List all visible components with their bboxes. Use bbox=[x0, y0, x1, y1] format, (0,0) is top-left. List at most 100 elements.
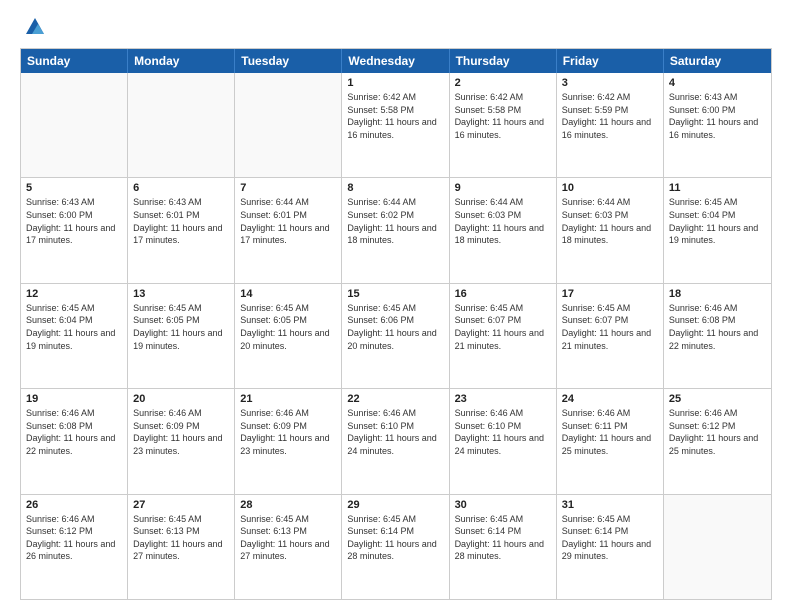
calendar-row: 5 Sunrise: 6:43 AM Sunset: 6:00 PM Daylig… bbox=[21, 177, 771, 282]
cell-info: Sunrise: 6:46 AM Sunset: 6:10 PM Dayligh… bbox=[347, 407, 443, 457]
calendar-cell: 5 Sunrise: 6:43 AM Sunset: 6:00 PM Daylig… bbox=[21, 178, 128, 282]
calendar-cell bbox=[664, 495, 771, 599]
calendar-cell: 17Sunrise: 6:45 AM Sunset: 6:07 PM Dayli… bbox=[557, 284, 664, 388]
day-number: 14 bbox=[240, 288, 336, 300]
cell-info: Sunrise: 6:45 AM Sunset: 6:06 PM Dayligh… bbox=[347, 302, 443, 352]
day-number: 26 bbox=[26, 499, 122, 511]
cell-info: Sunrise: 6:42 AM Sunset: 5:58 PM Dayligh… bbox=[347, 91, 443, 141]
cell-info: Sunrise: 6:43 AM Sunset: 6:00 PM Dayligh… bbox=[26, 196, 122, 246]
cell-info: Sunrise: 6:46 AM Sunset: 6:09 PM Dayligh… bbox=[133, 407, 229, 457]
day-number: 11 bbox=[669, 182, 766, 194]
calendar-cell: 23 Sunrise: 6:46 AM Sunset: 6:10 PM Dayli… bbox=[450, 389, 557, 493]
day-number: 16 bbox=[455, 288, 551, 300]
weekday-header: Monday bbox=[128, 49, 235, 73]
day-number: 30 bbox=[455, 499, 551, 511]
calendar-cell: 8 Sunrise: 6:44 AM Sunset: 6:02 PM Daylig… bbox=[342, 178, 449, 282]
calendar-cell: 27 Sunrise: 6:45 AM Sunset: 6:13 PM Dayli… bbox=[128, 495, 235, 599]
day-number: 7 bbox=[240, 182, 336, 194]
calendar-cell: 31 Sunrise: 6:45 AM Sunset: 6:14 PM Dayli… bbox=[557, 495, 664, 599]
day-number: 22 bbox=[347, 393, 443, 405]
day-number: 23 bbox=[455, 393, 551, 405]
day-number: 5 bbox=[26, 182, 122, 194]
calendar-row: 19 Sunrise: 6:46 AM Sunset: 6:08 PM Dayli… bbox=[21, 388, 771, 493]
day-number: 27 bbox=[133, 499, 229, 511]
cell-info: Sunrise: 6:42 AM Sunset: 5:59 PM Dayligh… bbox=[562, 91, 658, 141]
calendar-cell: 1 Sunrise: 6:42 AM Sunset: 5:58 PM Daylig… bbox=[342, 73, 449, 177]
day-number: 19 bbox=[26, 393, 122, 405]
day-number: 10 bbox=[562, 182, 658, 194]
header bbox=[20, 16, 772, 38]
day-number: 21 bbox=[240, 393, 336, 405]
calendar-cell: 12 Sunrise: 6:45 AM Sunset: 6:04 PM Dayli… bbox=[21, 284, 128, 388]
weekday-header: Sunday bbox=[21, 49, 128, 73]
logo-icon bbox=[24, 16, 46, 38]
cell-info: Sunrise: 6:44 AM Sunset: 6:02 PM Dayligh… bbox=[347, 196, 443, 246]
calendar-cell: 30 Sunrise: 6:45 AM Sunset: 6:14 PM Dayli… bbox=[450, 495, 557, 599]
cell-info: Sunrise: 6:46 AM Sunset: 6:08 PM Dayligh… bbox=[26, 407, 122, 457]
cell-info: Sunrise: 6:45 AM Sunset: 6:13 PM Dayligh… bbox=[133, 513, 229, 563]
cell-info: Sunrise: 6:45 AM Sunset: 6:14 PM Dayligh… bbox=[562, 513, 658, 563]
cell-info: Sunrise: 6:42 AM Sunset: 5:58 PM Dayligh… bbox=[455, 91, 551, 141]
calendar-cell bbox=[235, 73, 342, 177]
logo-area bbox=[20, 16, 48, 38]
calendar: SundayMondayTuesdayWednesdayThursdayFrid… bbox=[20, 48, 772, 600]
calendar-cell: 21 Sunrise: 6:46 AM Sunset: 6:09 PM Dayli… bbox=[235, 389, 342, 493]
cell-info: Sunrise: 6:46 AM Sunset: 6:09 PM Dayligh… bbox=[240, 407, 336, 457]
cell-info: Sunrise: 6:45 AM Sunset: 6:04 PM Dayligh… bbox=[669, 196, 766, 246]
calendar-cell: 25 Sunrise: 6:46 AM Sunset: 6:12 PM Dayli… bbox=[664, 389, 771, 493]
calendar-cell: 11 Sunrise: 6:45 AM Sunset: 6:04 PM Dayli… bbox=[664, 178, 771, 282]
day-number: 8 bbox=[347, 182, 443, 194]
calendar-cell: 2 Sunrise: 6:42 AM Sunset: 5:58 PM Daylig… bbox=[450, 73, 557, 177]
calendar-cell: 7 Sunrise: 6:44 AM Sunset: 6:01 PM Daylig… bbox=[235, 178, 342, 282]
day-number: 20 bbox=[133, 393, 229, 405]
day-number: 12 bbox=[26, 288, 122, 300]
calendar-cell: 24 Sunrise: 6:46 AM Sunset: 6:11 PM Dayli… bbox=[557, 389, 664, 493]
cell-info: Sunrise: 6:45 AM Sunset: 6:14 PM Dayligh… bbox=[455, 513, 551, 563]
day-number: 2 bbox=[455, 77, 551, 89]
cell-info: Sunrise: 6:45 AM Sunset: 6:13 PM Dayligh… bbox=[240, 513, 336, 563]
day-number: 29 bbox=[347, 499, 443, 511]
cell-info: Sunrise: 6:46 AM Sunset: 6:11 PM Dayligh… bbox=[562, 407, 658, 457]
calendar-cell bbox=[21, 73, 128, 177]
cell-info: Sunrise: 6:45 AM Sunset: 6:04 PM Dayligh… bbox=[26, 302, 122, 352]
cell-info: Sunrise: 6:46 AM Sunset: 6:10 PM Dayligh… bbox=[455, 407, 551, 457]
calendar-cell: 29 Sunrise: 6:45 AM Sunset: 6:14 PM Dayli… bbox=[342, 495, 449, 599]
cell-info: Sunrise: 6:44 AM Sunset: 6:03 PM Dayligh… bbox=[455, 196, 551, 246]
cell-info: Sunrise: 6:45 AM Sunset: 6:05 PM Dayligh… bbox=[240, 302, 336, 352]
cell-info: Sunrise: 6:45 AM Sunset: 6:14 PM Dayligh… bbox=[347, 513, 443, 563]
day-number: 3 bbox=[562, 77, 658, 89]
calendar-cell: 3 Sunrise: 6:42 AM Sunset: 5:59 PM Daylig… bbox=[557, 73, 664, 177]
day-number: 4 bbox=[669, 77, 766, 89]
cell-info: Sunrise: 6:46 AM Sunset: 6:12 PM Dayligh… bbox=[669, 407, 766, 457]
day-number: 17 bbox=[562, 288, 658, 300]
calendar-cell: 14 Sunrise: 6:45 AM Sunset: 6:05 PM Dayli… bbox=[235, 284, 342, 388]
weekday-header: Thursday bbox=[450, 49, 557, 73]
calendar-row: 12 Sunrise: 6:45 AM Sunset: 6:04 PM Dayli… bbox=[21, 283, 771, 388]
day-number: 24 bbox=[562, 393, 658, 405]
cell-info: Sunrise: 6:45 AM Sunset: 6:05 PM Dayligh… bbox=[133, 302, 229, 352]
calendar-cell: 28 Sunrise: 6:45 AM Sunset: 6:13 PM Dayli… bbox=[235, 495, 342, 599]
day-number: 25 bbox=[669, 393, 766, 405]
calendar-cell bbox=[128, 73, 235, 177]
day-number: 13 bbox=[133, 288, 229, 300]
cell-info: Sunrise: 6:46 AM Sunset: 6:12 PM Dayligh… bbox=[26, 513, 122, 563]
day-number: 28 bbox=[240, 499, 336, 511]
weekday-header: Tuesday bbox=[235, 49, 342, 73]
day-number: 31 bbox=[562, 499, 658, 511]
cell-info: Sunrise: 6:45 AM Sunset: 6:07 PM Dayligh… bbox=[455, 302, 551, 352]
calendar-cell: 9 Sunrise: 6:44 AM Sunset: 6:03 PM Daylig… bbox=[450, 178, 557, 282]
day-number: 1 bbox=[347, 77, 443, 89]
calendar-cell: 16 Sunrise: 6:45 AM Sunset: 6:07 PM Dayli… bbox=[450, 284, 557, 388]
day-number: 9 bbox=[455, 182, 551, 194]
cell-info: Sunrise: 6:43 AM Sunset: 6:00 PM Dayligh… bbox=[669, 91, 766, 141]
cell-info: Sunrise: 6:44 AM Sunset: 6:03 PM Dayligh… bbox=[562, 196, 658, 246]
cell-info: Sunrise: 6:43 AM Sunset: 6:01 PM Dayligh… bbox=[133, 196, 229, 246]
calendar-cell: 22 Sunrise: 6:46 AM Sunset: 6:10 PM Dayli… bbox=[342, 389, 449, 493]
cell-info: Sunrise: 6:44 AM Sunset: 6:01 PM Dayligh… bbox=[240, 196, 336, 246]
day-number: 6 bbox=[133, 182, 229, 194]
calendar-cell: 19 Sunrise: 6:46 AM Sunset: 6:08 PM Dayli… bbox=[21, 389, 128, 493]
calendar-cell: 4 Sunrise: 6:43 AM Sunset: 6:00 PM Daylig… bbox=[664, 73, 771, 177]
calendar-cell: 20 Sunrise: 6:46 AM Sunset: 6:09 PM Dayli… bbox=[128, 389, 235, 493]
calendar-cell: 18Sunrise: 6:46 AM Sunset: 6:08 PM Dayli… bbox=[664, 284, 771, 388]
calendar-cell: 26 Sunrise: 6:46 AM Sunset: 6:12 PM Dayli… bbox=[21, 495, 128, 599]
